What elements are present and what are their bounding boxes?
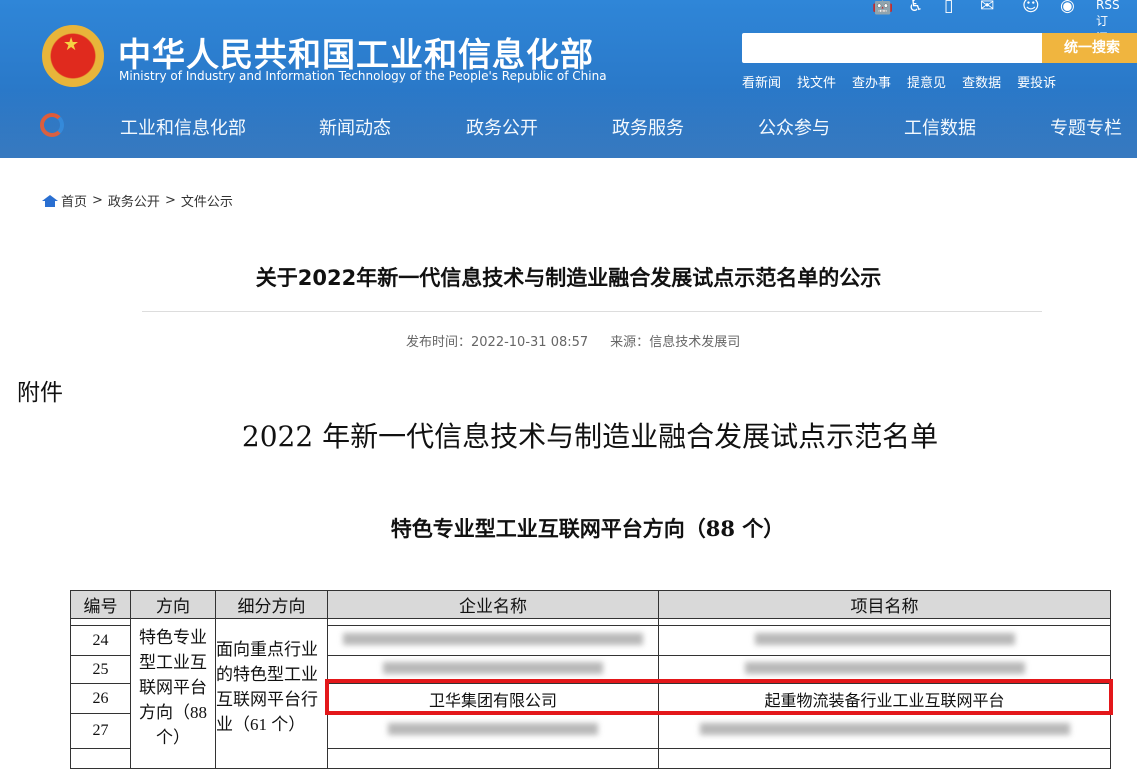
- quick-link[interactable]: 要投诉: [1017, 72, 1056, 91]
- mobile-icon[interactable]: ▯: [944, 0, 953, 16]
- col-header: 企业名称: [327, 590, 659, 619]
- blurred-company: [327, 713, 659, 749]
- weibo-icon[interactable]: ◉: [1060, 0, 1075, 16]
- breadcrumb-home[interactable]: 首页: [61, 191, 87, 210]
- quick-link[interactable]: 查数据: [962, 72, 1001, 91]
- national-emblem-logo[interactable]: ★: [42, 25, 104, 87]
- quick-link[interactable]: 查办事: [852, 72, 891, 91]
- nav-item[interactable]: 工信数据: [904, 114, 976, 140]
- col-header: 编号: [70, 590, 131, 619]
- blurred-project: [658, 713, 1111, 749]
- robot-assistant-icon[interactable]: 🤖: [872, 0, 893, 16]
- nav-item[interactable]: 工业和信息化部: [120, 114, 246, 140]
- site-name-en: Ministry of Industry and Information Tec…: [119, 69, 607, 83]
- breadcrumb-item[interactable]: 文件公示: [181, 191, 233, 210]
- blurred-company: [327, 625, 659, 656]
- search-input[interactable]: [742, 33, 1042, 63]
- nav-item[interactable]: 专题专栏: [1050, 114, 1122, 140]
- home-icon[interactable]: [42, 194, 58, 207]
- search-button[interactable]: 统一搜索: [1042, 33, 1137, 63]
- accessibility-icon[interactable]: ♿: [908, 0, 923, 16]
- attachment-label: 附件: [17, 380, 63, 406]
- blurred-project: [658, 655, 1111, 684]
- nav-item[interactable]: 政务服务: [612, 114, 684, 140]
- col-header: 项目名称: [658, 590, 1111, 619]
- nav-item[interactable]: 公众参与: [758, 114, 830, 140]
- document-title: 2022 年新一代信息技术与制造业融合发展试点示范名单: [241, 420, 939, 453]
- nav-item[interactable]: 新闻动态: [319, 114, 391, 140]
- quick-link[interactable]: 提意见: [907, 72, 946, 91]
- article-meta: 发布时间：2022-10-31 08:57 来源：信息技术发展司: [406, 335, 741, 350]
- nav-item[interactable]: 政务公开: [466, 114, 538, 140]
- miit-logo-icon[interactable]: [40, 113, 64, 137]
- project-name: 起重物流装备行业工业互联网平台: [658, 683, 1111, 714]
- quick-link[interactable]: 看新闻: [742, 72, 781, 91]
- quick-link[interactable]: 找文件: [797, 72, 836, 91]
- breadcrumb: 首页 > 政务公开 > 文件公示: [42, 191, 233, 210]
- publish-time: 2022-10-31 08:57: [471, 335, 589, 350]
- divider: [142, 311, 1042, 312]
- site-header: ★ 中华人民共和国工业和信息化部 Ministry of Industry an…: [0, 0, 1137, 158]
- col-header: 细分方向: [215, 590, 328, 619]
- article-title: 关于2022年新一代信息技术与制造业融合发展试点示范名单的公示: [255, 266, 882, 290]
- source: 信息技术发展司: [649, 335, 741, 350]
- demo-list-table: 编号 方向 细分方向 企业名称 项目名称 特色专业型工业互联网平台方向（88 个…: [70, 590, 1111, 769]
- col-header: 方向: [130, 590, 216, 619]
- company-name: 卫华集团有限公司: [327, 683, 659, 714]
- blurred-company: [327, 655, 659, 684]
- breadcrumb-item[interactable]: 政务公开: [108, 191, 160, 210]
- blurred-project: [658, 625, 1111, 656]
- sub-direction-cell: 面向重点行业的特色型工业互联网平台行业（61 个）: [215, 618, 328, 769]
- direction-cell: 特色专业型工业互联网平台方向（88 个）: [130, 618, 216, 769]
- section-title: 特色专业型工业互联网平台方向（88 个）: [390, 516, 785, 541]
- mail-icon[interactable]: ✉: [980, 0, 994, 16]
- wechat-icon[interactable]: ☺: [1022, 0, 1040, 16]
